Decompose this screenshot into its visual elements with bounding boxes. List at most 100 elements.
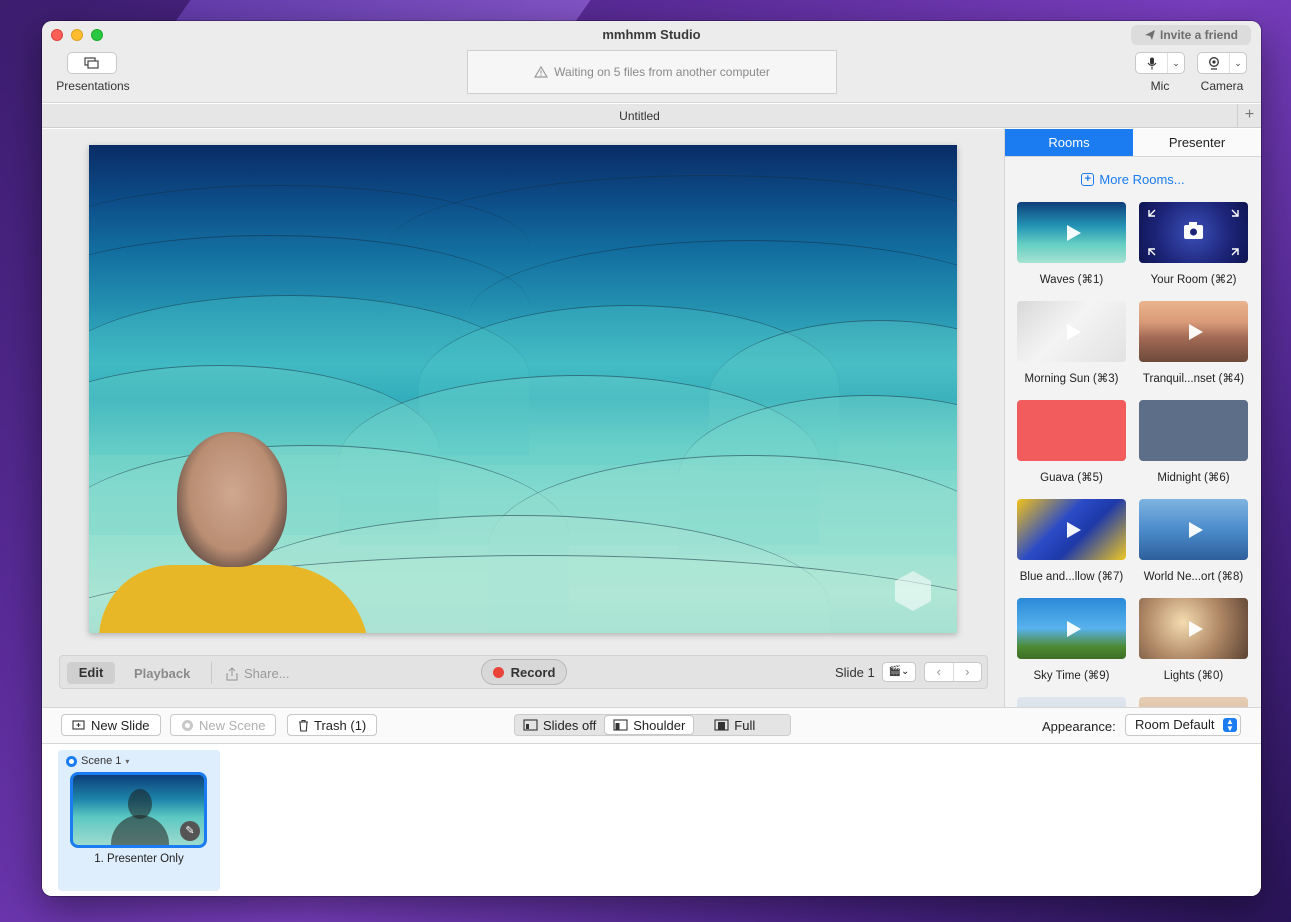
mic-toggle[interactable]: [1136, 53, 1168, 73]
room-midnight[interactable]: Midnight (⌘6): [1139, 400, 1248, 499]
room-partial[interactable]: [1139, 697, 1248, 707]
presenter-video[interactable]: [177, 432, 287, 567]
presentations-icon: [84, 57, 99, 69]
scenes-panel: Scene 1 ▾ ✎ 1. Presenter Only: [42, 745, 1261, 896]
divider: [211, 662, 212, 684]
slides-off-icon: [523, 719, 538, 731]
slide-navigation: ‹ ›: [924, 662, 982, 682]
room-label: Midnight (⌘6): [1157, 472, 1230, 484]
room-lights[interactable]: Lights (⌘0): [1139, 598, 1248, 697]
full-label: Full: [734, 717, 756, 733]
trash-label: Trash (1): [314, 717, 367, 733]
room-thumbnail: [1139, 598, 1248, 659]
share-button[interactable]: Share...: [226, 666, 290, 681]
stage-area: Edit Playback Share... Record Slide 1 🎬⌄…: [42, 129, 1004, 707]
slide-thumbnail[interactable]: ✎: [70, 772, 207, 848]
camera-toggle[interactable]: [1198, 53, 1230, 73]
room-morning-sun[interactable]: Morning Sun (⌘3): [1017, 301, 1126, 400]
share-label: Share...: [244, 666, 290, 681]
camera-button[interactable]: ⌄: [1197, 52, 1247, 74]
toolbar: mmhmm Studio Invite a friend Presentatio…: [42, 21, 1261, 103]
mic-label: Mic: [1150, 79, 1170, 93]
room-label: Sky Time (⌘9): [1033, 670, 1110, 682]
more-rooms-label: More Rooms...: [1099, 171, 1185, 187]
appearance-label: Appearance:: [1042, 719, 1116, 734]
layout-full[interactable]: Full: [694, 715, 763, 735]
clapperboard-icon: 🎬⌄: [888, 666, 910, 677]
room-thumbnail: [1139, 301, 1248, 362]
chevron-down-icon[interactable]: ⌄: [1230, 58, 1246, 69]
room-your-room[interactable]: Your Room (⌘2): [1139, 202, 1248, 301]
play-icon: [1066, 323, 1081, 340]
room-sky-time[interactable]: Sky Time (⌘9): [1017, 598, 1126, 697]
shoulder-icon: [613, 719, 628, 731]
room-thumbnail: [1017, 598, 1126, 659]
warning-icon: [534, 66, 549, 78]
sidebar-tabs: Rooms Presenter: [1005, 129, 1261, 157]
room-label: Guava (⌘5): [1040, 472, 1103, 484]
invite-friend-label: Invite a friend: [1159, 28, 1239, 42]
tab-rooms[interactable]: Rooms: [1005, 129, 1133, 157]
chevron-down-icon[interactable]: ⌄: [1168, 58, 1184, 69]
trash-icon: [299, 719, 308, 732]
new-slide-button[interactable]: New Slide: [61, 714, 161, 736]
play-icon: [1188, 521, 1203, 538]
updown-arrows-icon: ▲ ▼: [1223, 718, 1237, 733]
room-partial[interactable]: [1017, 697, 1126, 707]
previous-slide-button[interactable]: ‹: [925, 663, 954, 681]
room-tranquil-sunset[interactable]: Tranquil...nset (⌘4): [1139, 301, 1248, 400]
new-scene-icon: [182, 719, 193, 731]
camera-label: Camera: [1200, 79, 1244, 93]
slide-canvas[interactable]: [89, 145, 957, 633]
invite-friend-button[interactable]: Invite a friend: [1131, 25, 1251, 45]
appearance-select[interactable]: Room Default ▲ ▼: [1125, 714, 1241, 736]
presentations-label: Presentations: [56, 79, 130, 93]
play-icon: [1066, 224, 1081, 241]
plus-icon: +: [1081, 172, 1095, 186]
app-window: mmhmm Studio Invite a friend Presentatio…: [42, 21, 1261, 896]
room-label: Blue and...llow (⌘7): [1019, 571, 1124, 583]
tab-untitled[interactable]: Untitled: [42, 109, 1237, 123]
next-slide-button[interactable]: ›: [954, 663, 982, 681]
presenter-silhouette-body: [111, 815, 169, 845]
slide-number: Slide 1: [835, 665, 875, 680]
room-world-news[interactable]: World Ne...ort (⌘8): [1139, 499, 1248, 598]
play-icon: [1066, 521, 1081, 538]
playback-mode-button[interactable]: Playback: [134, 666, 190, 681]
room-blue-yellow[interactable]: Blue and...llow (⌘7): [1017, 499, 1126, 598]
layout-slides-off[interactable]: Slides off: [515, 715, 604, 735]
scene-card[interactable]: Scene 1 ▾ ✎ 1. Presenter Only: [58, 750, 220, 891]
layout-shoulder[interactable]: Shoulder: [604, 715, 695, 735]
room-thumbnail: [1139, 400, 1248, 461]
pencil-icon[interactable]: ✎: [180, 821, 200, 841]
document-tabbar: Untitled +: [42, 104, 1261, 128]
rooms-sidebar: Rooms Presenter + More Rooms... Waves (⌘…: [1004, 129, 1261, 707]
caret-down-icon: ▾: [125, 756, 130, 766]
camera-icon: [1148, 209, 1239, 256]
tab-presenter[interactable]: Presenter: [1133, 129, 1261, 157]
room-guava[interactable]: Guava (⌘5): [1017, 400, 1126, 499]
stage-control-bar: Edit Playback Share... Record Slide 1 🎬⌄…: [59, 655, 988, 689]
microphone-icon: [1147, 57, 1156, 69]
trash-button[interactable]: Trash (1): [287, 714, 378, 736]
scene-title: Scene 1: [81, 755, 122, 767]
scene-header[interactable]: Scene 1 ▾: [66, 755, 129, 767]
room-label: World Ne...ort (⌘8): [1143, 571, 1244, 583]
mic-button[interactable]: ⌄: [1135, 52, 1185, 74]
room-label: Tranquil...nset (⌘4): [1142, 373, 1245, 385]
room-waves[interactable]: Waves (⌘1): [1017, 202, 1126, 301]
record-button[interactable]: Record: [481, 659, 567, 685]
scene-menu-button[interactable]: 🎬⌄: [882, 662, 916, 682]
webcam-icon: [1208, 56, 1219, 70]
record-dot-icon: [492, 666, 504, 678]
edit-mode-button[interactable]: Edit: [67, 662, 115, 684]
window-title: mmhmm Studio: [602, 27, 701, 42]
paper-plane-icon: [1144, 30, 1155, 40]
new-scene-button[interactable]: New Scene: [170, 714, 277, 736]
shoulder-label: Shoulder: [633, 717, 686, 733]
room-thumbnail: [1139, 697, 1248, 707]
add-tab-button[interactable]: +: [1237, 104, 1261, 127]
more-rooms-button[interactable]: + More Rooms...: [1005, 171, 1261, 187]
room-label: Waves (⌘1): [1039, 274, 1104, 286]
presentations-button[interactable]: [67, 52, 117, 74]
